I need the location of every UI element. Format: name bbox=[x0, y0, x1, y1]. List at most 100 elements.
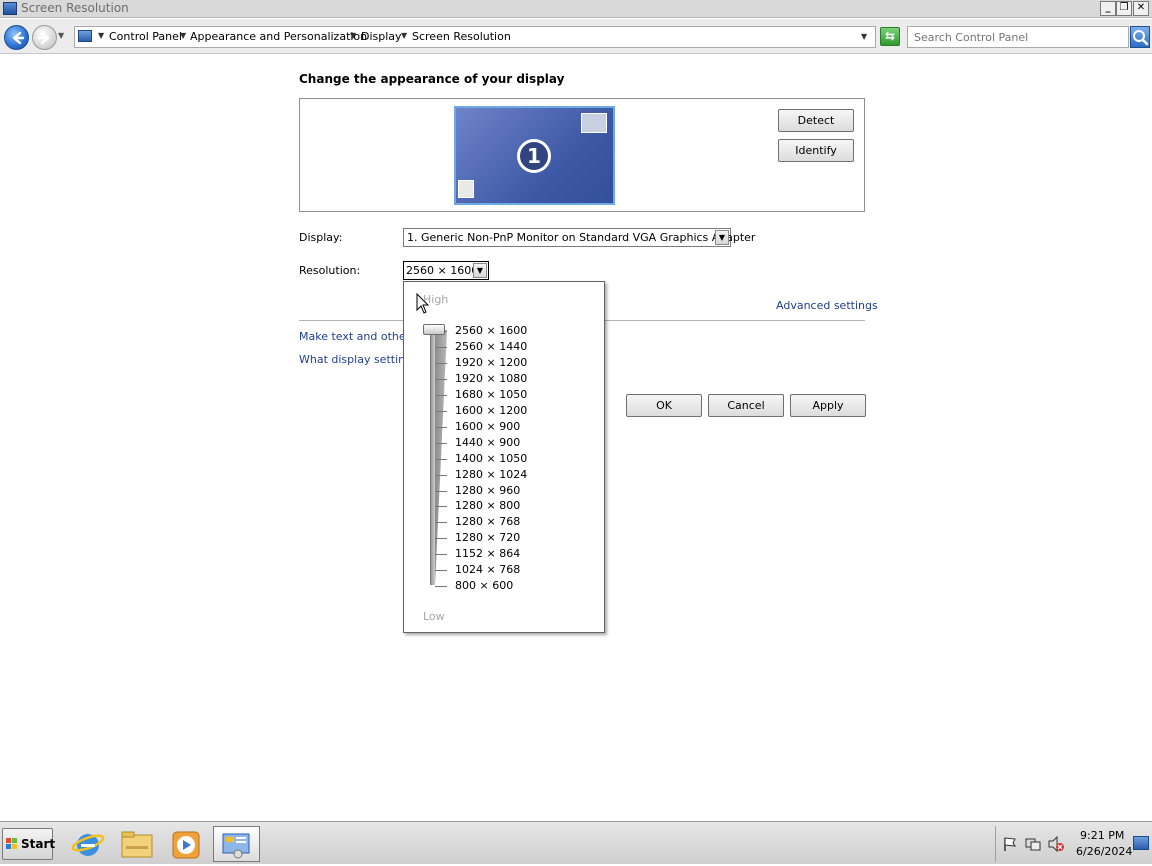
slider-tick bbox=[435, 506, 447, 508]
resolution-option[interactable]: 1280 × 1024 bbox=[455, 468, 527, 481]
resolution-slider-track[interactable] bbox=[430, 330, 435, 585]
forward-arrow-icon bbox=[37, 31, 50, 45]
slider-tick bbox=[435, 474, 447, 476]
start-button[interactable]: Start bbox=[2, 828, 56, 860]
start-label: Start bbox=[21, 837, 56, 851]
show-desktop-button[interactable] bbox=[1133, 836, 1149, 850]
slider-tick bbox=[435, 346, 447, 348]
search-button[interactable] bbox=[1130, 26, 1150, 48]
resolution-select[interactable]: 2560 × 1600 ▼ bbox=[403, 261, 489, 280]
monitor-1[interactable]: 1 bbox=[454, 106, 615, 205]
internet-explorer-icon bbox=[71, 834, 105, 856]
resolution-slider-wedge bbox=[435, 330, 447, 585]
resolution-select-value: 2560 × 1600 bbox=[406, 264, 479, 277]
resolution-option[interactable]: 1680 × 1050 bbox=[455, 388, 527, 401]
clock-date[interactable]: 6/26/2024 bbox=[1076, 845, 1132, 858]
minimize-button[interactable]: _ bbox=[1100, 1, 1116, 16]
resolution-option[interactable]: 1280 × 720 bbox=[455, 531, 520, 544]
identify-button[interactable]: Identify bbox=[778, 139, 854, 162]
slider-tick bbox=[435, 410, 447, 412]
refresh-icon: ⇆ bbox=[884, 29, 896, 43]
resolution-option[interactable]: 2560 × 1600 bbox=[455, 324, 527, 337]
monitor-taskbar-icon bbox=[458, 180, 474, 198]
volume-muted-icon[interactable] bbox=[1048, 836, 1064, 852]
taskbar: Start 9:21 PM 6/26/2024 bbox=[0, 821, 1152, 864]
chevron-down-icon[interactable]: ▼ bbox=[401, 31, 407, 40]
refresh-button[interactable]: ⇆ bbox=[880, 27, 900, 46]
breadcrumb-display[interactable]: Display bbox=[361, 30, 402, 43]
resolution-option[interactable]: 2560 × 1440 bbox=[455, 340, 527, 353]
chevron-down-icon[interactable]: ▼ bbox=[715, 230, 729, 245]
apply-button[interactable]: Apply bbox=[790, 394, 866, 417]
resolution-option[interactable]: 1400 × 1050 bbox=[455, 452, 527, 465]
resolution-slider-thumb[interactable] bbox=[423, 324, 445, 335]
slider-tick bbox=[435, 586, 447, 588]
network-icon[interactable] bbox=[1025, 836, 1041, 852]
breadcrumb-appearance[interactable]: Appearance and Personalization bbox=[190, 30, 367, 43]
slider-tick bbox=[435, 458, 447, 460]
advanced-settings-link[interactable]: Advanced settings bbox=[776, 299, 878, 312]
detect-button[interactable]: Detect bbox=[778, 109, 854, 132]
chevron-down-icon[interactable]: ▼ bbox=[98, 31, 104, 40]
text-size-link[interactable]: Make text and other i bbox=[299, 330, 417, 343]
resolution-option[interactable]: 1920 × 1080 bbox=[455, 372, 527, 385]
resolution-option[interactable]: 800 × 600 bbox=[455, 579, 513, 592]
chevron-down-icon[interactable]: ▼ bbox=[180, 31, 186, 40]
display-label: Display: bbox=[299, 231, 343, 244]
resolution-option[interactable]: 1600 × 1200 bbox=[455, 404, 527, 417]
slider-tick bbox=[435, 490, 447, 492]
cancel-button[interactable]: Cancel bbox=[708, 394, 784, 417]
forward-button[interactable] bbox=[32, 25, 57, 50]
resolution-option[interactable]: 1152 × 864 bbox=[455, 547, 520, 560]
resolution-option[interactable]: 1024 × 768 bbox=[455, 563, 520, 576]
resolution-option[interactable]: 1280 × 800 bbox=[455, 499, 520, 512]
breadcrumb-screen-resolution[interactable]: Screen Resolution bbox=[412, 30, 511, 43]
chevron-down-icon[interactable]: ▼ bbox=[473, 263, 487, 278]
window-title: Screen Resolution bbox=[21, 1, 129, 15]
search-icon bbox=[1133, 30, 1149, 46]
action-center-flag-icon[interactable] bbox=[1002, 836, 1018, 852]
resolution-option[interactable]: 1280 × 960 bbox=[455, 484, 520, 497]
resolution-option[interactable]: 1440 × 900 bbox=[455, 436, 520, 449]
control-panel-icon bbox=[222, 833, 250, 859]
system-tray: 9:21 PM 6/26/2024 bbox=[995, 826, 1152, 862]
resolution-label: Resolution: bbox=[299, 264, 361, 277]
taskbar-file-explorer[interactable] bbox=[115, 826, 159, 862]
clock-time[interactable]: 9:21 PM bbox=[1080, 829, 1124, 842]
window-icon bbox=[3, 2, 17, 15]
title-bar: Screen Resolution _ ❐ ✕ bbox=[0, 0, 1152, 18]
media-player-icon bbox=[172, 831, 200, 859]
address-dropdown[interactable]: ▼ bbox=[861, 32, 867, 41]
breadcrumb: ▼ Control Panel ▼ Appearance and Persona… bbox=[74, 26, 876, 48]
control-panel-icon bbox=[78, 30, 92, 42]
back-button[interactable] bbox=[4, 25, 29, 50]
taskbar-internet-explorer[interactable] bbox=[66, 826, 110, 862]
close-button[interactable]: ✕ bbox=[1133, 1, 1149, 16]
display-settings-help-link[interactable]: What display settings bbox=[299, 353, 418, 366]
slider-tick bbox=[435, 522, 447, 524]
chevron-down-icon[interactable]: ▼ bbox=[350, 31, 356, 40]
slider-tick bbox=[435, 538, 447, 540]
resolution-option[interactable]: 1280 × 768 bbox=[455, 515, 520, 528]
slider-low-label: Low bbox=[423, 610, 445, 623]
display-select[interactable]: 1. Generic Non-PnP Monitor on Standard V… bbox=[403, 228, 755, 247]
search-box[interactable] bbox=[907, 26, 1129, 48]
slider-tick bbox=[435, 442, 447, 444]
display-select-value: 1. Generic Non-PnP Monitor on Standard V… bbox=[407, 231, 756, 244]
mouse-cursor-icon bbox=[416, 293, 430, 314]
slider-tick bbox=[435, 394, 447, 396]
breadcrumb-control-panel[interactable]: Control Panel bbox=[109, 30, 182, 43]
monitor-window-icon bbox=[581, 113, 607, 133]
recent-pages-dropdown[interactable]: ▼ bbox=[58, 31, 64, 40]
resolution-option[interactable]: 1600 × 900 bbox=[455, 420, 520, 433]
search-input[interactable] bbox=[908, 27, 1128, 47]
back-arrow-icon bbox=[12, 31, 25, 45]
restore-button[interactable]: ❐ bbox=[1116, 1, 1132, 16]
slider-tick bbox=[435, 570, 447, 572]
slider-tick bbox=[435, 362, 447, 364]
ok-button[interactable]: OK bbox=[626, 394, 702, 417]
monitor-number: 1 bbox=[517, 139, 551, 173]
taskbar-media-player[interactable] bbox=[164, 826, 208, 862]
resolution-option[interactable]: 1920 × 1200 bbox=[455, 356, 527, 369]
taskbar-control-panel[interactable] bbox=[213, 826, 260, 862]
